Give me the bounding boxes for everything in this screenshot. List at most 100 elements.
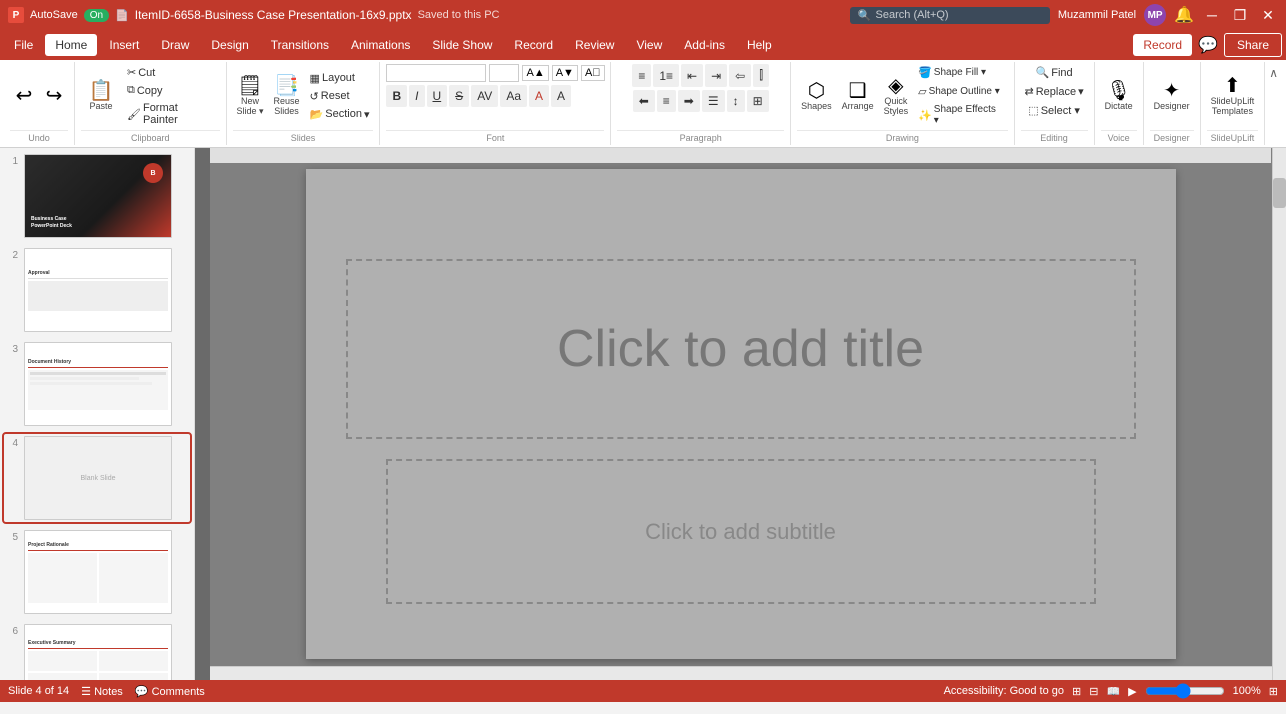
font-body: A▲ A▼ A⃝ B I U S AV Aa A A — [386, 64, 604, 128]
text-case-button[interactable]: Aa — [500, 85, 527, 107]
quick-styles-button[interactable]: ◈ Quick Styles — [880, 74, 912, 118]
copy-button[interactable]: ⧉Copy — [123, 82, 220, 99]
layout-icon: ▦ — [310, 72, 320, 85]
align-center-button[interactable]: ≡ — [657, 90, 676, 112]
align-left-button[interactable]: ⬅ — [633, 90, 655, 112]
underline-button[interactable]: U — [427, 85, 448, 107]
line-spacing-button[interactable]: ↕ — [727, 90, 745, 112]
bullets-button[interactable]: ≡ — [632, 64, 651, 87]
align-right-button[interactable]: ➡ — [678, 90, 700, 112]
menu-file[interactable]: File — [4, 34, 43, 56]
menu-help[interactable]: Help — [737, 34, 782, 56]
menu-animations[interactable]: Animations — [341, 34, 420, 56]
menu-home[interactable]: Home — [45, 34, 97, 56]
arrange-button[interactable]: ❑ Arrange — [838, 79, 878, 113]
dictate-button[interactable]: 🎙 Dictate — [1101, 79, 1137, 113]
scrollbar-thumb[interactable] — [1273, 178, 1286, 208]
font-color-button[interactable]: A — [529, 85, 549, 107]
cut-button[interactable]: ✂Cut — [123, 64, 220, 81]
font-name-input[interactable] — [386, 64, 486, 82]
slide-notes: ☰ Notes — [81, 685, 123, 698]
paste-button[interactable]: 📋 Paste — [81, 79, 121, 113]
smart-art-button[interactable]: ⊞ — [747, 90, 769, 112]
slide-item-3[interactable]: 3 Document History — [4, 340, 190, 428]
shape-outline-button[interactable]: ▱Shape Outline ▾ — [914, 83, 1007, 100]
italic-button[interactable]: I — [409, 85, 424, 107]
menu-record[interactable]: Record — [504, 34, 563, 56]
slide-item-2[interactable]: 2 Approval — [4, 246, 190, 334]
slide-item-6[interactable]: 6 Executive Summary — [4, 622, 190, 680]
share-button[interactable]: Share — [1224, 33, 1282, 57]
menu-design[interactable]: Design — [201, 34, 258, 56]
indent-increase-button[interactable]: ⇥ — [705, 64, 727, 87]
slide-item-1[interactable]: 1 Business CasePowerPoint Deck B — [4, 152, 190, 240]
find-button[interactable]: 🔍Find — [1032, 64, 1077, 81]
minimize-button[interactable]: ─ — [1202, 7, 1222, 23]
reuse-slides-button[interactable]: 📑 Reuse Slides — [270, 74, 304, 118]
menu-view[interactable]: View — [626, 34, 672, 56]
font-group: A▲ A▼ A⃝ B I U S AV Aa A A Font — [380, 62, 611, 145]
section-button[interactable]: 📂Section▾ — [306, 106, 374, 123]
view-reading[interactable]: 📖 — [1106, 685, 1120, 698]
reset-icon: ↺ — [310, 90, 319, 103]
format-painter-button[interactable]: 🖌Format Painter — [123, 100, 220, 128]
new-slide-button[interactable]: 🗒 New Slide ▾ — [233, 74, 268, 119]
view-slide-sorter[interactable]: ⊟ — [1089, 685, 1098, 698]
menu-transitions[interactable]: Transitions — [261, 34, 339, 56]
font-decrease-button[interactable]: A▼ — [552, 65, 578, 81]
fit-slide[interactable]: ⊞ — [1269, 685, 1278, 698]
redo-button[interactable]: ↪ — [40, 84, 68, 108]
menu-draw[interactable]: Draw — [151, 34, 199, 56]
select-button[interactable]: ⬚Select ▾ — [1024, 102, 1084, 119]
view-normal[interactable]: ⊞ — [1072, 685, 1081, 698]
columns-button[interactable]: ⫿ — [753, 64, 769, 87]
right-scrollbar[interactable] — [1272, 148, 1286, 680]
menu-insert[interactable]: Insert — [99, 34, 149, 56]
font-size-input[interactable] — [489, 64, 519, 82]
title-placeholder[interactable]: Click to add title — [346, 259, 1136, 439]
char-spacing-button[interactable]: AV — [471, 85, 498, 107]
clear-formatting-button[interactable]: A⃝ — [581, 65, 605, 81]
comment-icon[interactable]: 💬 — [1198, 35, 1218, 55]
zoom-slider[interactable] — [1145, 683, 1225, 699]
shapes-button[interactable]: ⬡ Shapes — [797, 79, 835, 113]
notification-icon[interactable]: 🔔 — [1174, 5, 1194, 25]
record-button[interactable]: Record — [1133, 34, 1192, 56]
designer-body: ✦ Designer — [1150, 64, 1194, 128]
strikethrough-button[interactable]: S — [449, 85, 469, 107]
menu-addins[interactable]: Add-ins — [674, 34, 735, 56]
slide-canvas[interactable]: Click to add title Click to add subtitle — [306, 169, 1176, 659]
shape-fill-icon: 🪣 — [918, 66, 932, 79]
close-button[interactable]: ✕ — [1258, 7, 1278, 24]
font-increase-button[interactable]: A▲ — [522, 65, 548, 81]
bottom-scrollbar[interactable] — [210, 666, 1272, 680]
designer-button[interactable]: ✦ Designer — [1150, 79, 1194, 113]
shape-effects-button[interactable]: ✨Shape Effects ▾ — [914, 102, 1007, 128]
reset-button[interactable]: ↺Reset — [306, 88, 374, 105]
bold-button[interactable]: B — [386, 85, 407, 107]
restore-button[interactable]: ❐ — [1230, 7, 1250, 24]
text-shadow-button[interactable]: A — [551, 85, 571, 107]
slideuplift-button[interactable]: ⬆ SlideUpLift Templates — [1207, 74, 1259, 118]
subtitle-placeholder[interactable]: Click to add subtitle — [386, 459, 1096, 604]
slide-item-4[interactable]: 4 Blank Slide — [4, 434, 190, 522]
shape-fill-button[interactable]: 🪣Shape Fill ▾ — [914, 64, 1007, 81]
menu-review[interactable]: Review — [565, 34, 624, 56]
menu-slideshow[interactable]: Slide Show — [422, 34, 502, 56]
status-right: Accessibility: Good to go ⊞ ⊟ 📖 ▶ 100% ⊞ — [944, 683, 1278, 699]
designer-group-ribbon: ✦ Designer Designer — [1144, 62, 1201, 145]
canvas-area[interactable]: Click to add title Click to add subtitle — [195, 148, 1286, 680]
undo-button[interactable]: ↩ — [10, 84, 38, 108]
align-justify-button[interactable]: ☰ — [702, 90, 725, 112]
view-presenter[interactable]: ▶ — [1128, 685, 1136, 698]
numbering-button[interactable]: 1≡ — [653, 64, 679, 87]
search-bar[interactable]: 🔍 Search (Alt+Q) — [850, 7, 1050, 24]
replace-button[interactable]: ⇄Replace▾ — [1021, 83, 1088, 100]
layout-button[interactable]: ▦Layout — [306, 70, 374, 87]
collapse-icon[interactable]: ∧ — [1269, 66, 1278, 80]
indent-decrease-button[interactable]: ⇤ — [681, 64, 703, 87]
slide-item-5[interactable]: 5 Project Rationale — [4, 528, 190, 616]
rtl-button[interactable]: ⇦ — [729, 64, 751, 87]
autosave-toggle[interactable]: On — [84, 9, 109, 22]
paragraph-row2: ⬅ ≡ ➡ ☰ ↕ ⊞ — [633, 90, 769, 112]
